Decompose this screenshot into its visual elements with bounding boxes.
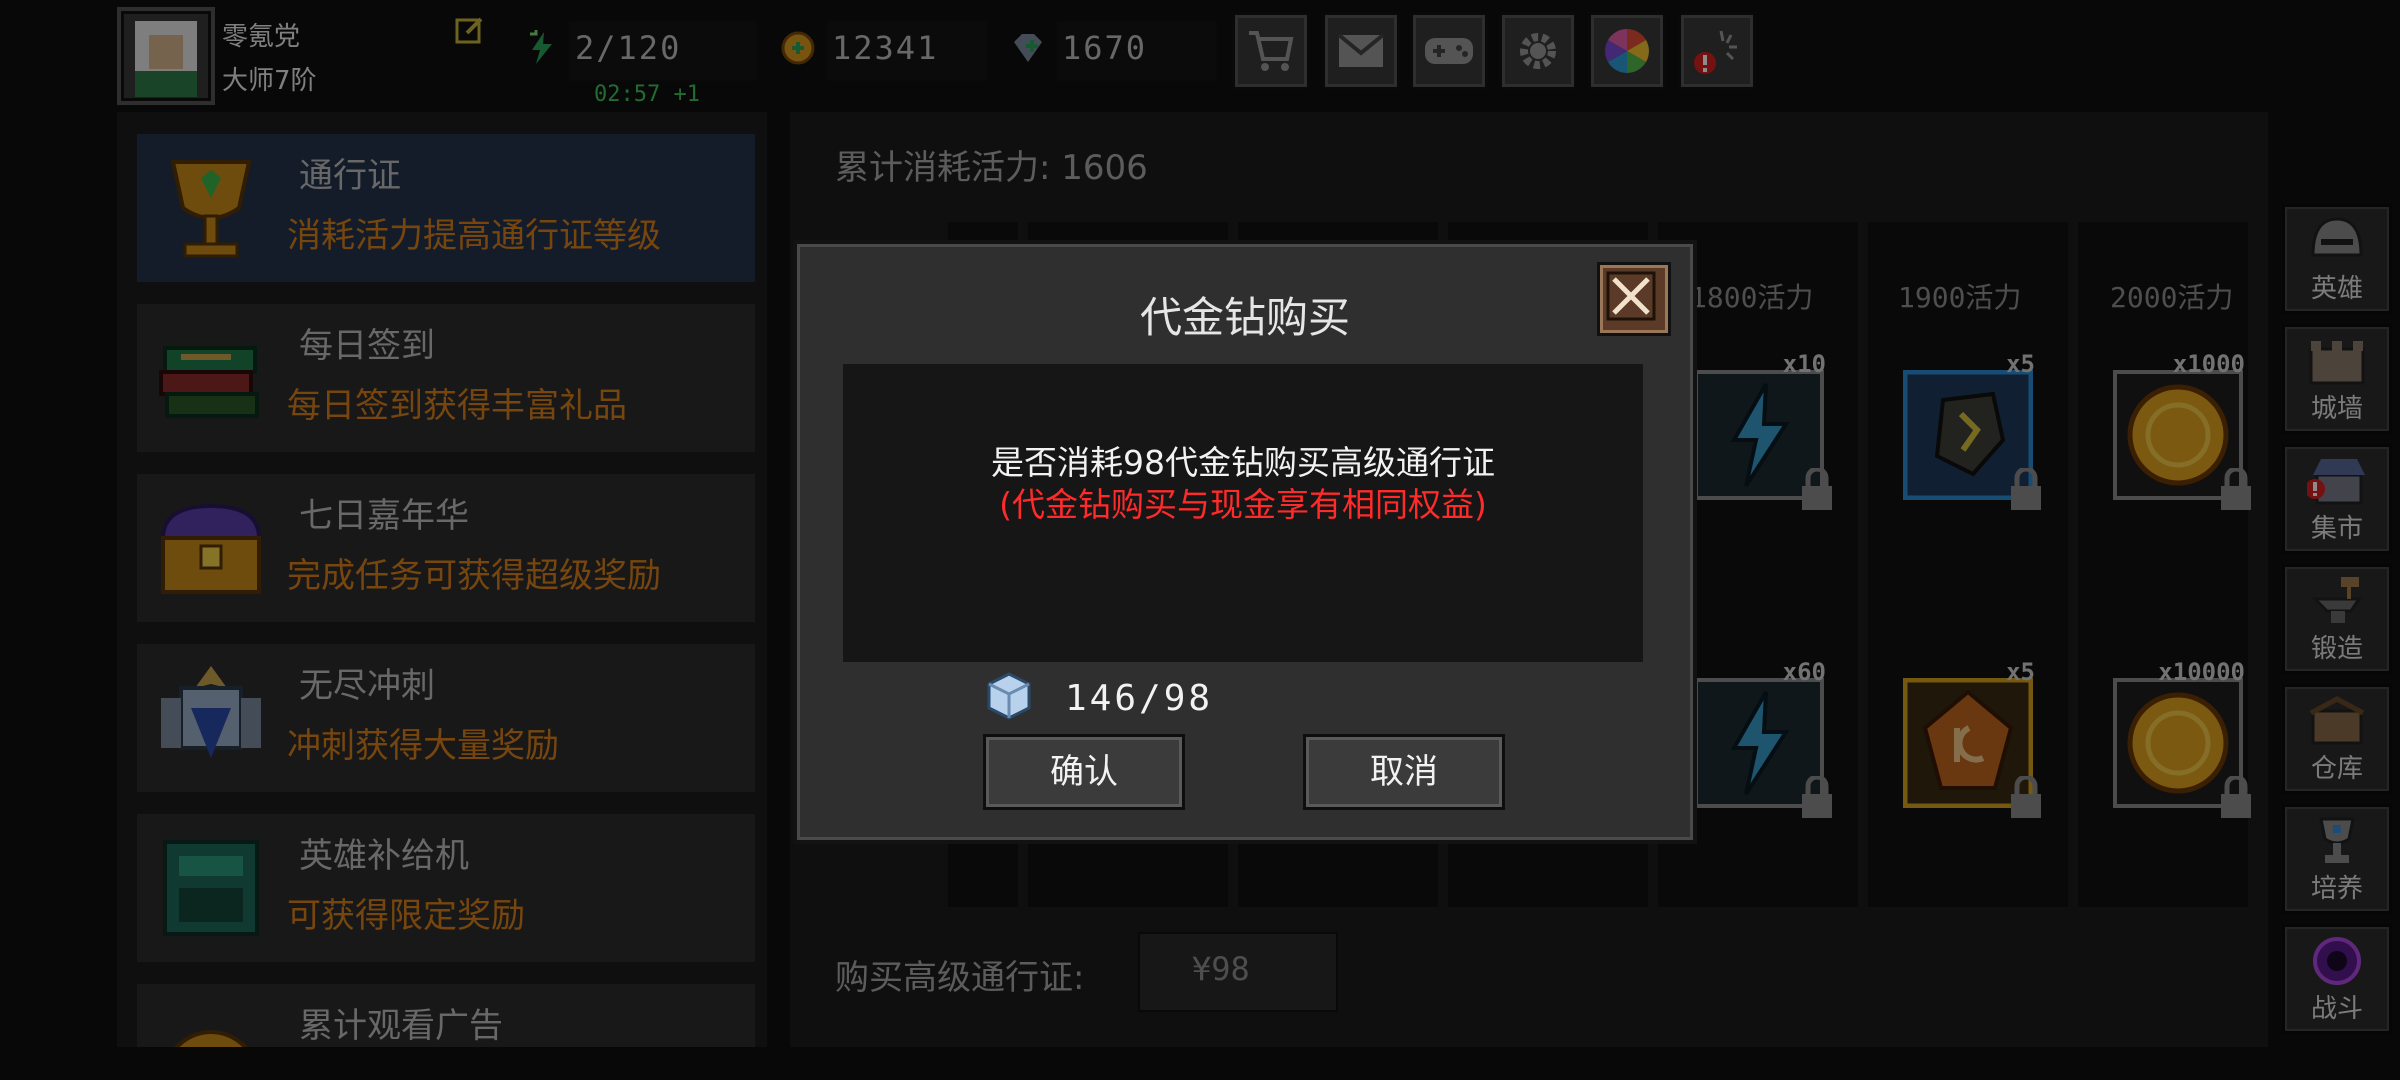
close-icon: [1606, 271, 1656, 321]
dialog-note: (代金钻购买与现金享有相同权益): [999, 485, 1487, 524]
diamond-balance: 146/98: [1065, 678, 1214, 719]
dialog-title: 代金钻购买: [1139, 293, 1350, 342]
purchase-dialog: 代金钻购买 是否消耗98代金钻购买高级通行证 (代金钻购买与现金享有相同权益) …: [793, 240, 1697, 844]
confirm-button[interactable]: 确认: [983, 734, 1185, 810]
cancel-button[interactable]: 取消: [1303, 734, 1505, 810]
dialog-message: 是否消耗98代金钻购买高级通行证: [991, 443, 1495, 482]
dialog-message-box: 是否消耗98代金钻购买高级通行证 (代金钻购买与现金享有相同权益): [843, 364, 1643, 662]
dialog-close-button[interactable]: [1597, 262, 1671, 336]
voucher-diamond-icon: [987, 672, 1031, 720]
